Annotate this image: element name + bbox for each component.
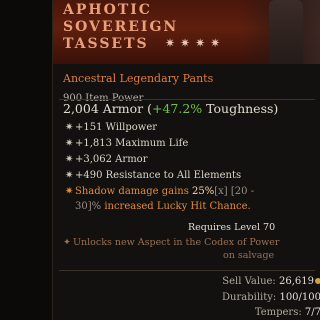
bullet-icon: ✷ [65,154,74,165]
unlock-text: Unlocks new Aspect in the Codex of Power [73,237,280,248]
sell-label: Sell Value: [222,276,276,287]
aspect-line-1: ✷ Shadow damage gains 25%[x] [20 - [65,186,254,197]
affix-row: ✷ +1,813 Maximum Life [65,138,188,149]
greater-affix-stars: ✷✷✷✷ [165,36,226,50]
affix-text: +490 Resistance to All Elements [75,170,242,181]
item-tooltip: Aphotic Sovereign Tassets ✷✷✷✷ Ancestral… [52,0,320,320]
bullet-icon: ✷ [65,170,74,181]
unlock-icon: ✦ [63,237,71,248]
durability: Durability: 100/100 [222,292,320,303]
pants-figure [269,0,303,64]
unlock-text-2: on salvage [223,250,275,261]
aspect-line-2: 30]% increased Lucky Hit Chance. [65,201,251,212]
tempers: Tempers: 7/7 [255,307,320,318]
affix-text: +151 Willpower [75,122,158,133]
affix-row: ✷ +151 Willpower [65,122,157,133]
item-name-line-1: Aphotic [63,2,152,18]
aspect-range: 30]% [75,201,102,212]
armor-value: 2,004 Armor ( [63,101,152,116]
aspect-star-icon: ✷ [65,186,74,197]
sell-amount: 26,619 [279,276,314,287]
sell-value: Sell Value: 26,619 [222,276,320,287]
separator [59,99,315,100]
item-portrait [241,0,320,64]
affix-row: ✷ +490 Resistance to All Elements [65,170,241,181]
codex-unlock-note: ✦ Unlocks new Aspect in the Codex of Powe… [63,236,279,262]
item-name-line-3: Tassets [63,36,149,52]
tooltip-header: Aphotic Sovereign Tassets ✷✷✷✷ [53,0,320,64]
armor-stat: 2,004 Armor (+47.2% Toughness) [63,101,278,116]
armor-suffix: Toughness) [202,101,279,116]
affix-text: +3,062 Armor [75,154,148,165]
bullet-icon: ✷ [65,122,74,133]
item-name: Aphotic Sovereign Tassets [63,2,178,53]
separator [59,270,315,271]
level-requirement: Requires Level 70 [188,222,276,233]
aspect-range: [x] [20 - [214,186,255,197]
durability-label: Durability: [222,292,277,303]
aspect-text: increased Lucky Hit Chance. [101,201,251,212]
affix-row: ✷ +3,062 Armor [65,154,147,165]
aspect-text: Shadow damage gains [75,186,193,197]
durability-value: 100/100 [279,292,320,303]
affix-text: +1,813 Maximum Life [75,138,189,149]
bullet-icon: ✷ [65,138,74,149]
aspect-value: 25% [192,186,215,197]
tempers-label: Tempers: [254,307,302,318]
coin-icon [315,278,320,284]
toughness-percent: +47.2% [151,101,203,116]
item-name-line-2: Sovereign [63,19,179,35]
tempers-value: 7/7 [304,307,320,318]
item-type: Ancestral Legendary Pants [63,72,214,85]
